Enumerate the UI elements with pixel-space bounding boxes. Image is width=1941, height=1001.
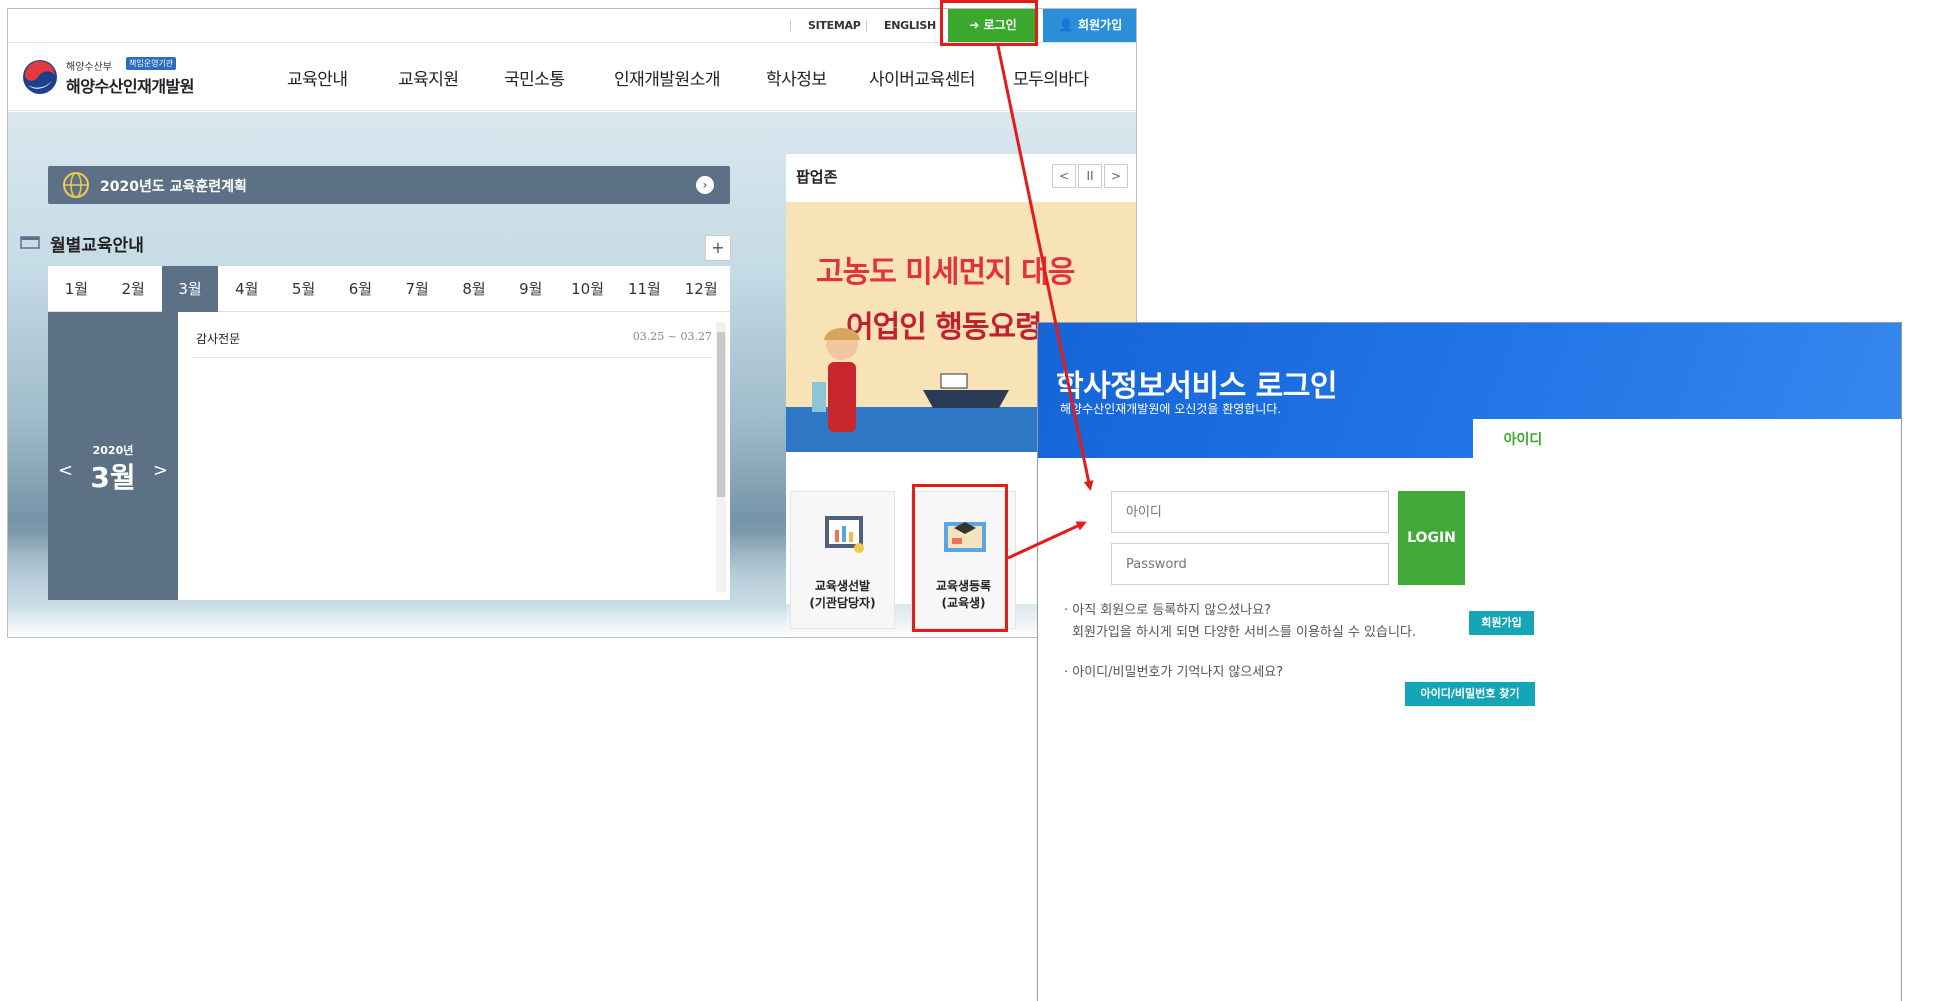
id-input[interactable] <box>1111 491 1389 533</box>
calendar-icon <box>20 236 40 249</box>
join-button-label: 회원가입 <box>1077 18 1123 32</box>
globe-icon <box>63 172 89 198</box>
prev-button[interactable]: < <box>1052 164 1076 188</box>
tab-month-10[interactable]: 10월 <box>559 266 616 312</box>
list-item[interactable]: 감사전문 03.25 ~ 03.27 <box>192 330 712 358</box>
nav-item-academic-info[interactable]: 학사정보 <box>766 65 827 90</box>
chevron-right-icon[interactable]: › <box>696 176 714 194</box>
site-header: 해양수산부 책임운영기관 해양수산인재개발원 교육안내 교육지원 국민소통 인재… <box>8 43 1136 111</box>
tab-month-1[interactable]: 1월 <box>48 266 105 312</box>
login-header: 학사정보서비스 로그인 해양수산인재개발원에 오신것을 환영합니다. 아이디 <box>1038 323 1901 459</box>
sitemap-link[interactable]: SITEMAP <box>808 9 861 42</box>
login-title: 학사정보서비스 로그인 <box>1056 369 1337 404</box>
find-account-question: · 아이디/비밀번호가 기억나지 않으세요? <box>1064 665 1284 680</box>
join-question: · 아직 회원으로 등록하지 않으셨나요? <box>1064 603 1271 618</box>
ship-icon <box>923 373 1009 408</box>
popup-join-button[interactable]: 회원가입 <box>1469 611 1534 635</box>
registration-highlight-box <box>912 484 1008 632</box>
tab-month-11[interactable]: 11월 <box>616 266 673 312</box>
join-button[interactable]: 👤 회원가입 <box>1043 9 1136 42</box>
training-plan-bar[interactable]: 2020년도 교육훈련계획 › <box>48 166 730 204</box>
login-highlight-box <box>940 0 1038 46</box>
next-button[interactable]: > <box>1104 164 1128 188</box>
find-id-password-button[interactable]: 아이디/비밀번호 찾기 <box>1405 682 1535 706</box>
nav-item-education-info[interactable]: 교육안내 <box>287 65 348 90</box>
logo-title[interactable]: 해양수산인재개발원 <box>66 73 194 97</box>
tab-id-login[interactable]: 아이디 <box>1473 419 1901 459</box>
calendar-month-panel: < 2020년 3월 > <box>48 312 178 600</box>
quick-link-student-selection[interactable]: 교육생선발 (기관담당자) <box>790 491 895 629</box>
nav-item-everyones-sea[interactable]: 모두의바다 <box>1013 65 1089 90</box>
pause-button[interactable]: II <box>1078 164 1102 188</box>
more-button[interactable]: + <box>705 235 731 261</box>
chart-board-icon <box>825 516 864 553</box>
english-link[interactable]: ENGLISH <box>884 9 936 42</box>
popup-zone-title: 팝업존 <box>796 168 838 186</box>
quick-link-label: 교육생선발 (기관담당자) <box>791 578 894 612</box>
monthly-education-title: 월별교육안내 <box>50 236 144 256</box>
training-plan-title: 2020년도 교육훈련계획 <box>100 179 247 195</box>
scrollbar[interactable] <box>716 322 726 592</box>
tab-month-6[interactable]: 6월 <box>332 266 389 312</box>
tab-month-9[interactable]: 9월 <box>502 266 559 312</box>
quick-link-label-line1: 교육생선발 <box>814 579 871 593</box>
nav-item-education-support[interactable]: 교육지원 <box>398 65 459 90</box>
nav-item-about[interactable]: 인재개발원소개 <box>614 65 720 90</box>
login-subtitle: 해양수산인재개발원에 오신것을 환영합니다. <box>1060 402 1282 416</box>
join-description: 회원가입을 하시게 되면 다양한 서비스를 이용하실 수 있습니다. <box>1072 625 1417 640</box>
tab-month-5[interactable]: 5월 <box>275 266 332 312</box>
divider <box>790 20 791 32</box>
user-icon: 👤 <box>1058 18 1078 32</box>
nav-item-public-communication[interactable]: 국민소통 <box>504 65 565 90</box>
tab-month-3[interactable]: 3월 <box>161 266 219 312</box>
month-tabs: 1월 2월 3월 4월 5월 6월 7월 8월 9월 10월 11월 12월 <box>48 266 730 312</box>
government-logo-icon[interactable] <box>22 59 58 95</box>
fisher-illustration-icon <box>812 328 860 432</box>
login-popup: 학사정보서비스 로그인 해양수산인재개발원에 오신것을 환영합니다. 아이디 L… <box>1037 322 1902 1001</box>
tab-id-login-label: 아이디 <box>1503 432 1543 448</box>
course-list: 감사전문 03.25 ~ 03.27 <box>178 312 730 600</box>
quick-link-label-line2: (기관담당자) <box>809 596 876 610</box>
tab-month-4[interactable]: 4월 <box>218 266 275 312</box>
tab-month-7[interactable]: 7월 <box>389 266 446 312</box>
scroll-thumb[interactable] <box>717 332 725 497</box>
password-input[interactable] <box>1111 543 1389 585</box>
logo-badge: 책임운영기관 <box>126 57 177 70</box>
tab-month-12[interactable]: 12월 <box>673 266 730 312</box>
chevron-right-icon[interactable]: > <box>153 460 168 481</box>
course-name: 감사전문 <box>196 332 241 346</box>
login-submit-button[interactable]: LOGIN <box>1398 491 1465 585</box>
course-date: 03.25 ~ 03.27 <box>632 330 712 343</box>
divider <box>866 20 867 32</box>
tab-month-2[interactable]: 2월 <box>105 266 162 312</box>
nav-item-cyber-education[interactable]: 사이버교육센터 <box>869 65 975 90</box>
logo-ministry: 해양수산부 <box>66 62 112 73</box>
banner-headline: 고농도 미세먼지 대응 <box>816 255 1075 290</box>
tab-month-8[interactable]: 8월 <box>446 266 503 312</box>
